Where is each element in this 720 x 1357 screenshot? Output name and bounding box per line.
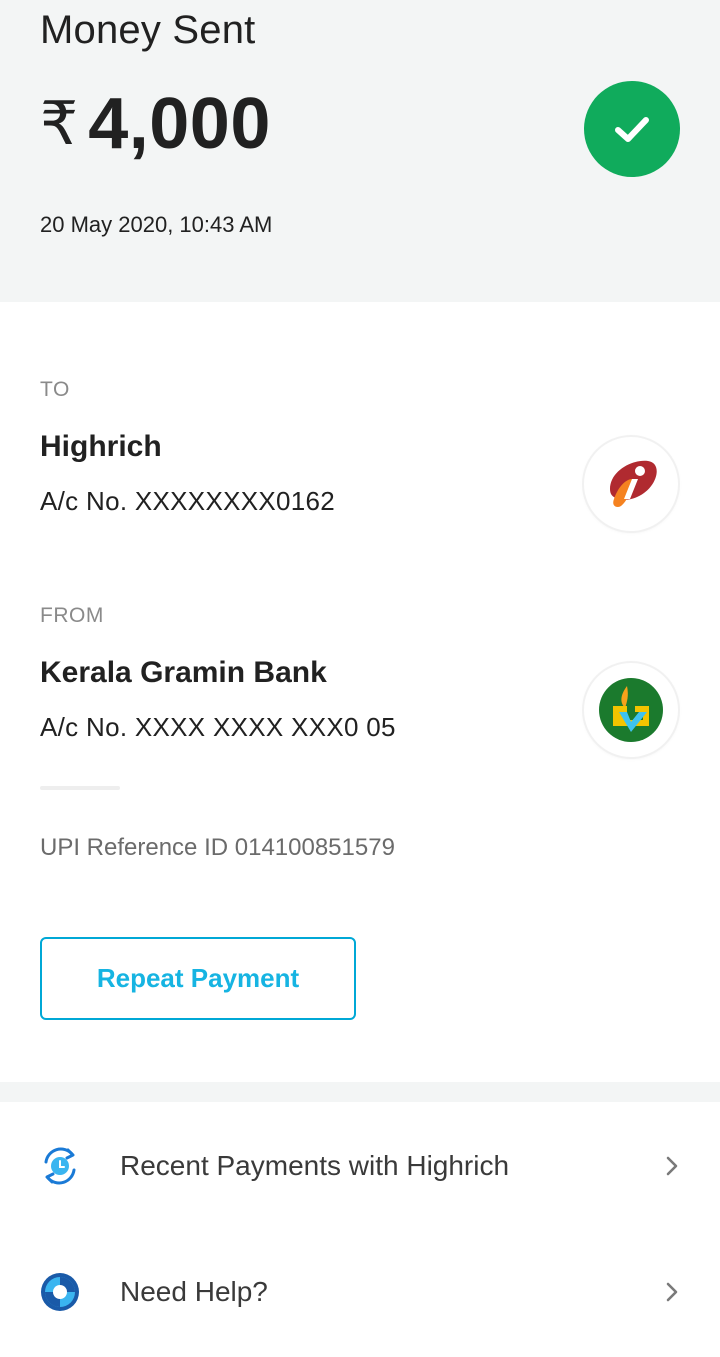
transaction-timestamp: 20 May 2020, 10:43 AM: [40, 212, 273, 237]
currency-symbol: ₹: [40, 90, 79, 157]
payment-receipt-screen: Money Sent ₹ 4,000 20 May 2020, 10:43 AM…: [0, 0, 720, 1357]
amount-value: 4,000: [88, 84, 271, 164]
success-check-icon: [584, 81, 680, 177]
chevron-right-icon: [660, 1280, 684, 1304]
recent-payments-label: Recent Payments with Highrich: [120, 1150, 510, 1181]
from-label: FROM: [40, 604, 104, 627]
amount-row: ₹ 4,000: [40, 84, 271, 164]
sender-bank-name: Kerala Gramin Bank: [40, 656, 327, 689]
repeat-payment-button[interactable]: Repeat Payment: [40, 937, 356, 1020]
sender-account: A/c No. XXXX XXXX XXX0 05: [40, 712, 396, 742]
chevron-right-icon: [660, 1154, 684, 1178]
kerala-gramin-bank-logo: [584, 663, 678, 757]
section-separator: [0, 1082, 720, 1102]
history-icon: [38, 1144, 82, 1188]
need-help-label: Need Help?: [120, 1276, 268, 1307]
icici-logo: [584, 437, 678, 531]
page-title: Money Sent: [40, 8, 256, 52]
upi-reference-id: UPI Reference ID 014100851579: [40, 834, 395, 861]
payment-summary-header: Money Sent ₹ 4,000 20 May 2020, 10:43 AM: [0, 0, 720, 302]
recipient-name: Highrich: [40, 430, 162, 463]
lifebuoy-icon: [38, 1270, 82, 1314]
need-help-row[interactable]: Need Help?: [0, 1232, 720, 1352]
to-label: TO: [40, 378, 70, 401]
recent-payments-row[interactable]: Recent Payments with Highrich: [0, 1106, 720, 1226]
section-divider: [40, 786, 120, 790]
recipient-account: A/c No. XXXXXXXX0162: [40, 486, 336, 516]
